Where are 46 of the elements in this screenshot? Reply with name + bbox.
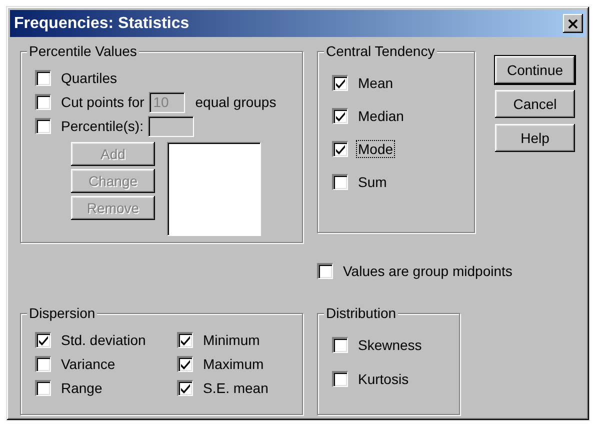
checkbox[interactable] xyxy=(332,371,348,387)
checkmark-icon xyxy=(180,359,191,370)
checkbox[interactable] xyxy=(332,108,348,124)
checkbox-label[interactable]: Std. deviation xyxy=(59,331,148,349)
checkbox-label[interactable]: Range xyxy=(59,379,104,397)
checkmark-icon xyxy=(38,335,49,346)
checkbox-label[interactable]: Mean xyxy=(356,74,396,92)
checkbox-label[interactable]: Quartiles xyxy=(59,69,120,87)
checkmark-icon xyxy=(180,383,191,394)
checkbox-label[interactable]: Variance xyxy=(59,355,118,373)
window-title: Frequencies: Statistics xyxy=(14,14,190,32)
dialog-button[interactable]: Cancel xyxy=(495,90,575,118)
dialog-button[interactable]: Continue xyxy=(495,56,575,84)
checkbox[interactable] xyxy=(35,70,51,86)
checkbox[interactable] xyxy=(332,74,348,90)
group-title: Percentile Values xyxy=(27,43,139,59)
checkbox[interactable] xyxy=(35,356,51,372)
checkbox[interactable] xyxy=(177,356,193,372)
suffix-label: equal groups xyxy=(195,94,276,110)
group-title: Distribution xyxy=(324,305,398,321)
close-button[interactable]: × xyxy=(563,14,583,33)
checkbox[interactable] xyxy=(332,174,348,190)
checkbox[interactable] xyxy=(35,332,51,348)
checkmark-icon xyxy=(335,78,346,88)
checkbox[interactable] xyxy=(332,337,348,353)
checkmark-icon xyxy=(335,110,346,122)
dialog-button[interactable]: Help xyxy=(495,124,575,152)
list-box[interactable] xyxy=(167,142,261,236)
checkbox[interactable] xyxy=(317,263,333,279)
checkbox[interactable] xyxy=(177,380,193,396)
checkmark-icon xyxy=(180,335,191,346)
checkbox-label[interactable]: Minimum xyxy=(201,331,262,349)
checkbox[interactable] xyxy=(177,332,193,348)
checkbox-label[interactable]: Median xyxy=(356,106,406,124)
group-title: Central Tendency xyxy=(324,43,437,59)
checkbox-label[interactable]: Values are group midpoints xyxy=(341,262,514,280)
checkbox-label[interactable]: Skewness xyxy=(356,336,424,354)
group-title: Dispersion xyxy=(27,305,98,321)
checkbox[interactable] xyxy=(332,140,348,156)
checkbox-label[interactable]: Maximum xyxy=(201,355,266,373)
checkbox-label[interactable]: Sum xyxy=(356,172,389,190)
checkbox[interactable] xyxy=(35,380,51,396)
checkmark-icon xyxy=(335,144,346,154)
checkbox-label[interactable]: Kurtosis xyxy=(356,370,411,388)
checkbox-label[interactable]: S.E. mean xyxy=(201,379,270,397)
checkbox-label[interactable]: Mode xyxy=(356,140,396,158)
